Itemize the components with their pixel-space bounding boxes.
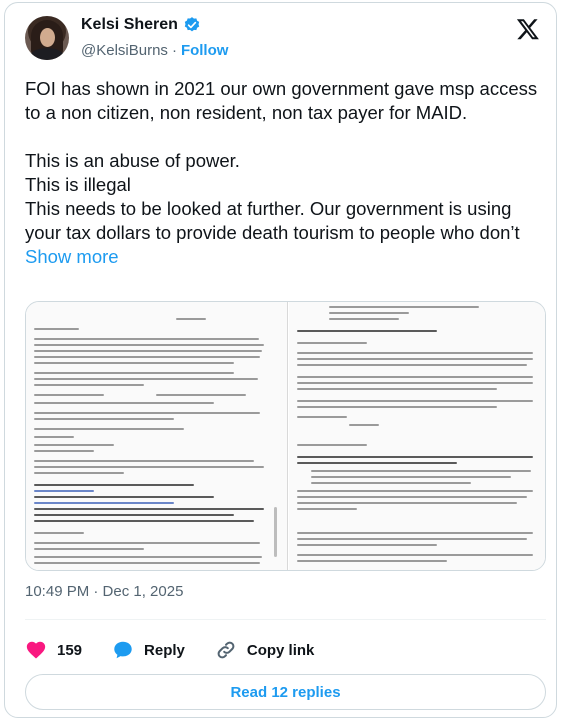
author-handle[interactable]: @KelsiBurns	[81, 42, 168, 59]
tweet-timestamp[interactable]: 10:49 PM · Dec 1, 2025	[25, 583, 183, 600]
action-bar: 159 Reply Copy link	[25, 639, 344, 661]
heart-icon	[26, 641, 46, 659]
like-count: 159	[57, 641, 83, 659]
reply-button[interactable]: Reply	[112, 639, 185, 661]
avatar[interactable]	[25, 16, 69, 60]
show-more-link[interactable]: Show more	[25, 246, 119, 267]
copy-link-button[interactable]: Copy link	[215, 639, 315, 661]
document-page-left	[26, 302, 288, 570]
link-icon	[217, 641, 235, 659]
tweet-card: Kelsi Sheren @KelsiBurns · Follow FOI ha…	[4, 2, 557, 718]
copy-link-label: Copy link	[246, 641, 315, 659]
tweet-text: FOI has shown in 2021 our own government…	[25, 78, 538, 243]
read-replies-label: Read 12 replies	[230, 683, 341, 701]
tweet-media-image[interactable]	[25, 301, 546, 571]
read-replies-button[interactable]: Read 12 replies	[25, 674, 546, 710]
tweet-text-block: FOI has shown in 2021 our own government…	[25, 77, 545, 269]
author-display-name[interactable]: Kelsi Sheren	[81, 16, 178, 34]
author-name-row: Kelsi Sheren	[81, 16, 201, 34]
reply-label: Reply	[144, 641, 185, 659]
verified-badge-icon	[184, 17, 200, 32]
document-page-right	[289, 302, 545, 570]
document-scrollbar	[274, 507, 277, 557]
x-logo-icon[interactable]	[516, 17, 540, 41]
like-button[interactable]: 159	[25, 639, 82, 661]
author-handle-row: @KelsiBurns · Follow	[81, 42, 228, 59]
follow-button[interactable]: Follow	[181, 42, 229, 59]
reply-bubble-icon	[114, 641, 132, 659]
separator-dot: ·	[171, 42, 177, 59]
divider	[25, 619, 546, 620]
